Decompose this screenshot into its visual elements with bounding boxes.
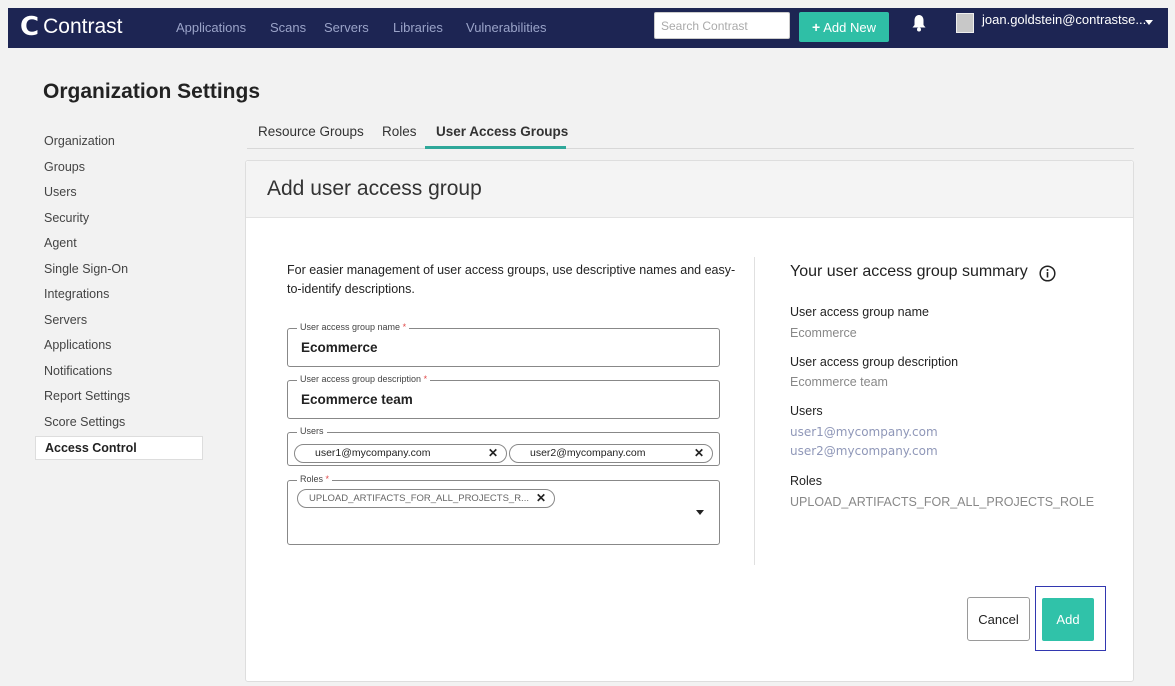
sidebar-item-applications[interactable]: Applications xyxy=(35,334,203,360)
role-chip: UPLOAD_ARTIFACTS_FOR_ALL_PROJECTS_R... ✕ xyxy=(297,489,555,508)
group-name-field[interactable]: User access group name * Ecommerce xyxy=(287,322,720,367)
nav-link-scans[interactable]: Scans xyxy=(270,20,306,35)
add-new-label: Add New xyxy=(823,19,876,35)
cancel-button[interactable]: Cancel xyxy=(967,597,1030,641)
roles-label: Roles * xyxy=(297,474,333,485)
group-description-value: Ecommerce team xyxy=(301,392,413,407)
sidebar-item-access-control[interactable]: Access Control xyxy=(35,436,203,460)
summary-user-item: user1@mycompany.com xyxy=(790,425,938,439)
user-menu[interactable]: joan.goldstein@contrastse... xyxy=(982,12,1146,27)
form-intro-text: For easier management of user access gro… xyxy=(287,263,736,296)
sidebar-item-integrations[interactable]: Integrations xyxy=(35,283,203,309)
user-chip: user1@mycompany.com ✕ xyxy=(294,444,507,463)
contrast-logo[interactable]: C Contrast xyxy=(20,14,122,40)
summary-user-item: user2@mycompany.com xyxy=(790,444,938,458)
caret-down-icon[interactable] xyxy=(1145,20,1153,25)
close-icon[interactable]: ✕ xyxy=(536,490,546,507)
add-new-button[interactable]: + Add New xyxy=(799,12,889,42)
column-divider xyxy=(754,257,755,565)
user-chip: user2@mycompany.com ✕ xyxy=(509,444,713,463)
summary-title: Your user access group summary xyxy=(790,263,1028,280)
sidebar-item-users[interactable]: Users xyxy=(35,181,203,207)
summary-name-label: User access group name xyxy=(790,305,929,319)
add-button[interactable]: Add xyxy=(1042,598,1094,641)
users-field[interactable]: Users user1@mycompany.com ✕ user2@mycomp… xyxy=(287,426,720,466)
chevron-down-icon[interactable] xyxy=(696,510,704,515)
sidebar-item-report-settings[interactable]: Report Settings xyxy=(35,385,203,411)
sidebar-item-notifications[interactable]: Notifications xyxy=(35,360,203,386)
tab-resource-groups[interactable]: Resource Groups xyxy=(258,124,364,139)
sidebar-item-servers[interactable]: Servers xyxy=(35,309,203,335)
summary-name-value: Ecommerce xyxy=(790,326,857,340)
summary-roles-value: UPLOAD_ARTIFACTS_FOR_ALL_PROJECTS_ROLE xyxy=(790,495,1095,509)
page-title: Organization Settings xyxy=(43,80,261,103)
summary-description-value: Ecommerce team xyxy=(790,375,888,389)
close-icon[interactable]: ✕ xyxy=(488,445,498,462)
nav-link-servers[interactable]: Servers xyxy=(324,20,369,35)
settings-sidebar: Organization Groups Users Security Agent… xyxy=(35,130,203,460)
sidebar-item-groups[interactable]: Groups xyxy=(35,156,203,182)
sidebar-item-single-sign-on[interactable]: Single Sign-On xyxy=(35,258,203,284)
summary-roles-label: Roles xyxy=(790,474,822,488)
users-label: Users xyxy=(297,426,327,437)
contrast-logo-icon: C xyxy=(20,12,40,42)
card-header: Add user access group xyxy=(246,161,1133,218)
active-tab-indicator xyxy=(425,146,566,149)
bell-icon[interactable] xyxy=(912,14,926,32)
tab-roles[interactable]: Roles xyxy=(382,124,417,139)
nav-link-applications[interactable]: Applications xyxy=(176,20,246,35)
roles-field[interactable]: Roles * UPLOAD_ARTIFACTS_FOR_ALL_PROJECT… xyxy=(287,474,720,545)
info-icon[interactable] xyxy=(1039,265,1056,282)
nav-link-libraries[interactable]: Libraries xyxy=(393,20,443,35)
group-name-value: Ecommerce xyxy=(301,340,378,355)
group-description-field[interactable]: User access group description * Ecommerc… xyxy=(287,374,720,419)
tab-user-access-groups[interactable]: User Access Groups xyxy=(436,124,568,139)
sidebar-item-organization[interactable]: Organization xyxy=(35,130,203,156)
group-description-label: User access group description * xyxy=(297,374,431,385)
logo-text: Contrast xyxy=(43,15,123,38)
group-name-label: User access group name * xyxy=(297,322,410,333)
plus-icon: + xyxy=(812,19,821,35)
sidebar-item-agent[interactable]: Agent xyxy=(35,232,203,258)
close-icon[interactable]: ✕ xyxy=(694,445,704,462)
avatar-icon[interactable] xyxy=(956,13,974,33)
role-chip-label: UPLOAD_ARTIFACTS_FOR_ALL_PROJECTS_R... xyxy=(309,493,529,504)
nav-link-vulnerabilities[interactable]: Vulnerabilities xyxy=(466,20,546,35)
sidebar-item-security[interactable]: Security xyxy=(35,207,203,233)
search-input[interactable] xyxy=(654,12,790,39)
summary-description-label: User access group description xyxy=(790,355,959,369)
user-chip-label: user2@mycompany.com xyxy=(530,447,646,459)
user-chip-label: user1@mycompany.com xyxy=(315,447,431,459)
summary-users-label: Users xyxy=(790,404,823,418)
add-user-access-group-card: Add user access group For easier managem… xyxy=(245,160,1134,682)
card-title: Add user access group xyxy=(267,177,482,200)
settings-tabs: Resource Groups Roles User Access Groups xyxy=(247,122,1134,149)
sidebar-item-score-settings[interactable]: Score Settings xyxy=(35,411,203,437)
